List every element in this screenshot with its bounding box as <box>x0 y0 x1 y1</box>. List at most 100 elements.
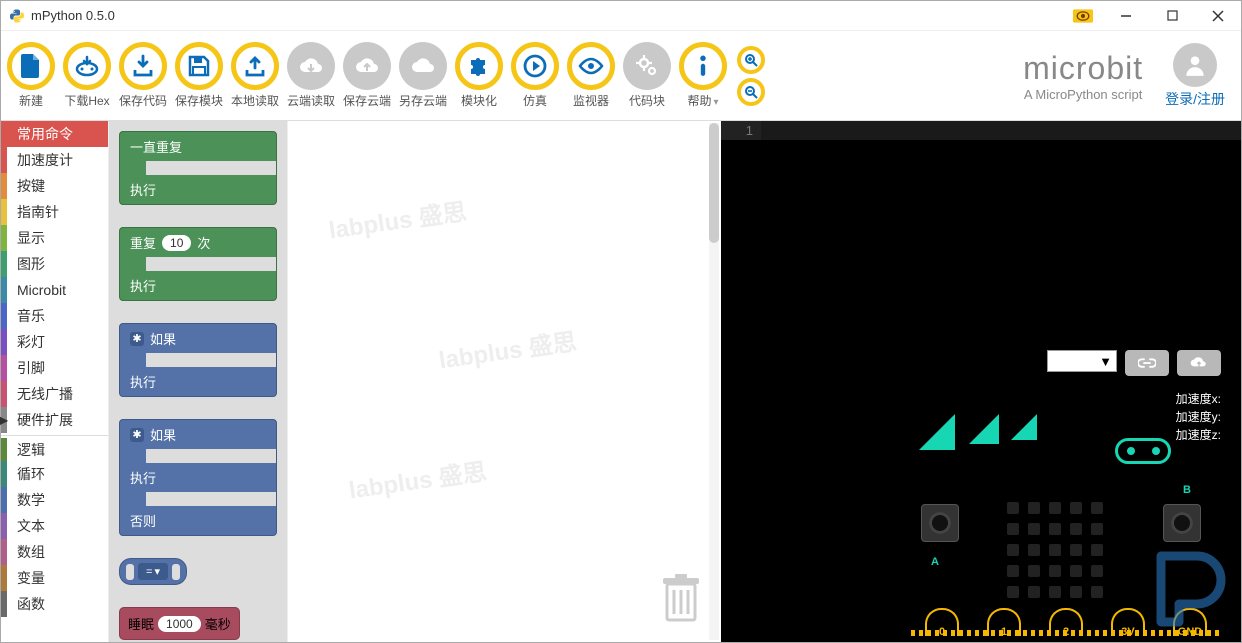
category-引脚[interactable]: 引脚 <box>1 355 108 381</box>
trash-icon[interactable] <box>659 572 703 624</box>
category-彩灯[interactable]: 彩灯 <box>1 329 108 355</box>
toolbar-saveblock-button[interactable]: 保存模块 <box>173 42 225 109</box>
number-slot[interactable]: 10 <box>162 235 191 251</box>
toolbar-codeblock-button[interactable]: 代码块 <box>621 42 673 109</box>
category-逻辑[interactable]: 逻辑 <box>1 435 108 461</box>
toolbar-simulate-button[interactable]: 仿真 <box>509 42 561 109</box>
login-link[interactable]: 登录/注册 <box>1165 89 1225 109</box>
category-循环[interactable]: 循环 <box>1 461 108 487</box>
button-a[interactable] <box>921 504 959 542</box>
category-label: 常用命令 <box>7 124 108 144</box>
toolbar-label: 保存云端 <box>343 92 391 109</box>
download-chip-icon <box>63 42 111 90</box>
category-函数[interactable]: 函数 <box>1 591 108 617</box>
block-label: 重复 <box>130 233 156 252</box>
toolbar-blockify-button[interactable]: 模块化 <box>453 42 505 109</box>
avatar[interactable] <box>1173 43 1217 87</box>
category-label: 逻辑 <box>7 440 108 460</box>
led <box>1070 502 1082 514</box>
line-number: 1 <box>721 121 761 140</box>
category-变量[interactable]: 变量 <box>1 565 108 591</box>
led <box>1070 544 1082 556</box>
zoom-in-button[interactable] <box>737 46 765 74</box>
category-数组[interactable]: 数组 <box>1 539 108 565</box>
toolbar-savecode-button[interactable]: 保存代码 <box>117 42 169 109</box>
cloud-upload-button[interactable] <box>1177 350 1221 376</box>
link-button[interactable] <box>1125 350 1169 376</box>
category-加速度计[interactable]: 加速度计 <box>1 147 108 173</box>
brand-name: microbit <box>1023 50 1143 87</box>
category-常用命令[interactable]: 常用命令 <box>1 121 108 147</box>
gear-icon[interactable]: ✱ <box>130 332 144 346</box>
label-a: A <box>931 556 939 568</box>
category-label: 按键 <box>7 176 108 196</box>
toolbar-dlhex-button[interactable]: 下载Hex <box>61 42 113 109</box>
block-label: 执行 <box>130 468 156 487</box>
sim-select[interactable]: ▼ <box>1047 350 1117 372</box>
led <box>1049 502 1061 514</box>
scrollbar-thumb[interactable] <box>709 123 719 243</box>
block-forever[interactable]: 一直重复 执行 <box>119 131 277 205</box>
maximize-button[interactable] <box>1149 1 1195 31</box>
label-b: B <box>1183 484 1191 496</box>
toolbar-savecloud-button[interactable]: 保存云端 <box>341 42 393 109</box>
category-无线广播[interactable]: 无线广播 <box>1 381 108 407</box>
gear-icon[interactable]: ✱ <box>130 428 144 442</box>
block-label: 睡眠 <box>128 614 154 633</box>
close-button[interactable] <box>1195 1 1241 31</box>
toolbar-help-button[interactable]: 帮助▾ <box>677 42 729 109</box>
pin-3V[interactable]: 3V <box>1111 608 1145 636</box>
led <box>1028 565 1040 577</box>
pin-1[interactable]: 1 <box>987 608 1021 636</box>
led <box>1049 565 1061 577</box>
led <box>1028 523 1040 535</box>
category-label: 指南针 <box>7 202 108 222</box>
toolbar-saveascloud-button[interactable]: 另存云端 <box>397 42 449 109</box>
block-canvas[interactable]: labplus 盛思 labplus 盛思 labplus 盛思 <box>287 121 721 642</box>
category-Microbit[interactable]: Microbit <box>1 277 108 303</box>
block-label: 如果 <box>150 425 176 444</box>
category-label: 数学 <box>7 490 108 510</box>
minimize-button[interactable] <box>1103 1 1149 31</box>
category-数学[interactable]: 数学 <box>1 487 108 513</box>
code-editor[interactable]: 1 <box>721 121 1241 140</box>
category-文本[interactable]: 文本 <box>1 513 108 539</box>
block-sleep[interactable]: 睡眠1000毫秒 <box>119 607 277 640</box>
file-icon <box>7 42 55 90</box>
pin-0[interactable]: 0 <box>925 608 959 636</box>
block-equals[interactable]: = ▾ <box>119 558 277 585</box>
number-slot[interactable]: 1000 <box>158 616 201 632</box>
led <box>1091 502 1103 514</box>
category-按键[interactable]: 按键 <box>1 173 108 199</box>
toolbar-localread-button[interactable]: 本地读取 <box>229 42 281 109</box>
eye-badge-icon <box>1073 7 1093 25</box>
category-音乐[interactable]: 音乐 <box>1 303 108 329</box>
toolbar-cloudread-button[interactable]: 云端读取 <box>285 42 337 109</box>
category-硬件扩展[interactable]: ▶硬件扩展 <box>1 407 108 433</box>
pin-label: 0 <box>927 626 957 638</box>
zoom-out-button[interactable] <box>737 78 765 106</box>
led <box>1007 523 1019 535</box>
pin-label: 2 <box>1051 626 1081 638</box>
led <box>1028 544 1040 556</box>
category-label: 函数 <box>7 594 108 614</box>
block-repeat-n[interactable]: 重复10次 执行 <box>119 227 277 301</box>
category-显示[interactable]: 显示 <box>1 225 108 251</box>
block-label: 执行 <box>130 279 156 294</box>
block-label: 如果 <box>150 329 176 348</box>
category-指南针[interactable]: 指南针 <box>1 199 108 225</box>
puzzle-icon <box>455 42 503 90</box>
category-label: 文本 <box>7 516 108 536</box>
toolbar-monitor-button[interactable]: 监视器 <box>565 42 617 109</box>
block-if-else[interactable]: ✱如果 执行 否则 <box>119 419 277 536</box>
triangle-decor <box>1011 414 1037 440</box>
toolbar-new-button[interactable]: 新建 <box>5 42 57 109</box>
button-b[interactable] <box>1163 504 1201 542</box>
block-if[interactable]: ✱如果 执行 <box>119 323 277 397</box>
category-label: 显示 <box>7 228 108 248</box>
category-图形[interactable]: 图形 <box>1 251 108 277</box>
toolbar-label: 代码块 <box>629 92 665 109</box>
pin-2[interactable]: 2 <box>1049 608 1083 636</box>
operator-dropdown[interactable]: = ▾ <box>138 563 168 580</box>
gears-icon <box>623 42 671 90</box>
